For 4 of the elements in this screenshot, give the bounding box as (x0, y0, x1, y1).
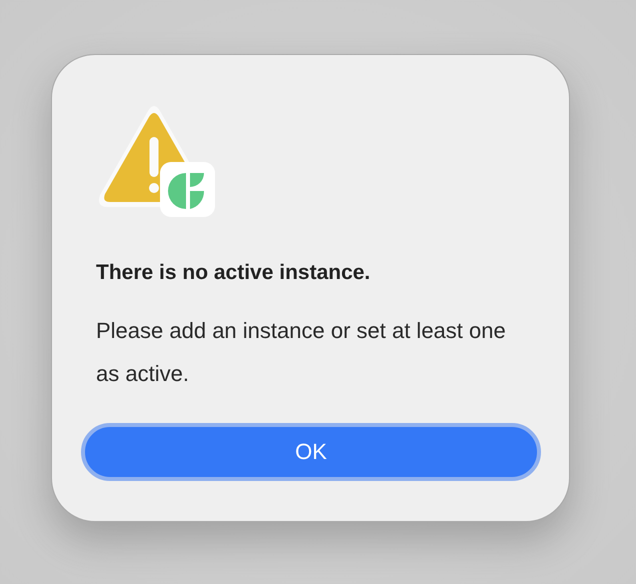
warning-app-icon (96, 103, 218, 217)
alert-title: There is no active instance. (96, 261, 372, 285)
ok-button[interactable]: OK (81, 423, 541, 481)
alert-message: Please add an instance or set at least one as active. (96, 317, 507, 388)
